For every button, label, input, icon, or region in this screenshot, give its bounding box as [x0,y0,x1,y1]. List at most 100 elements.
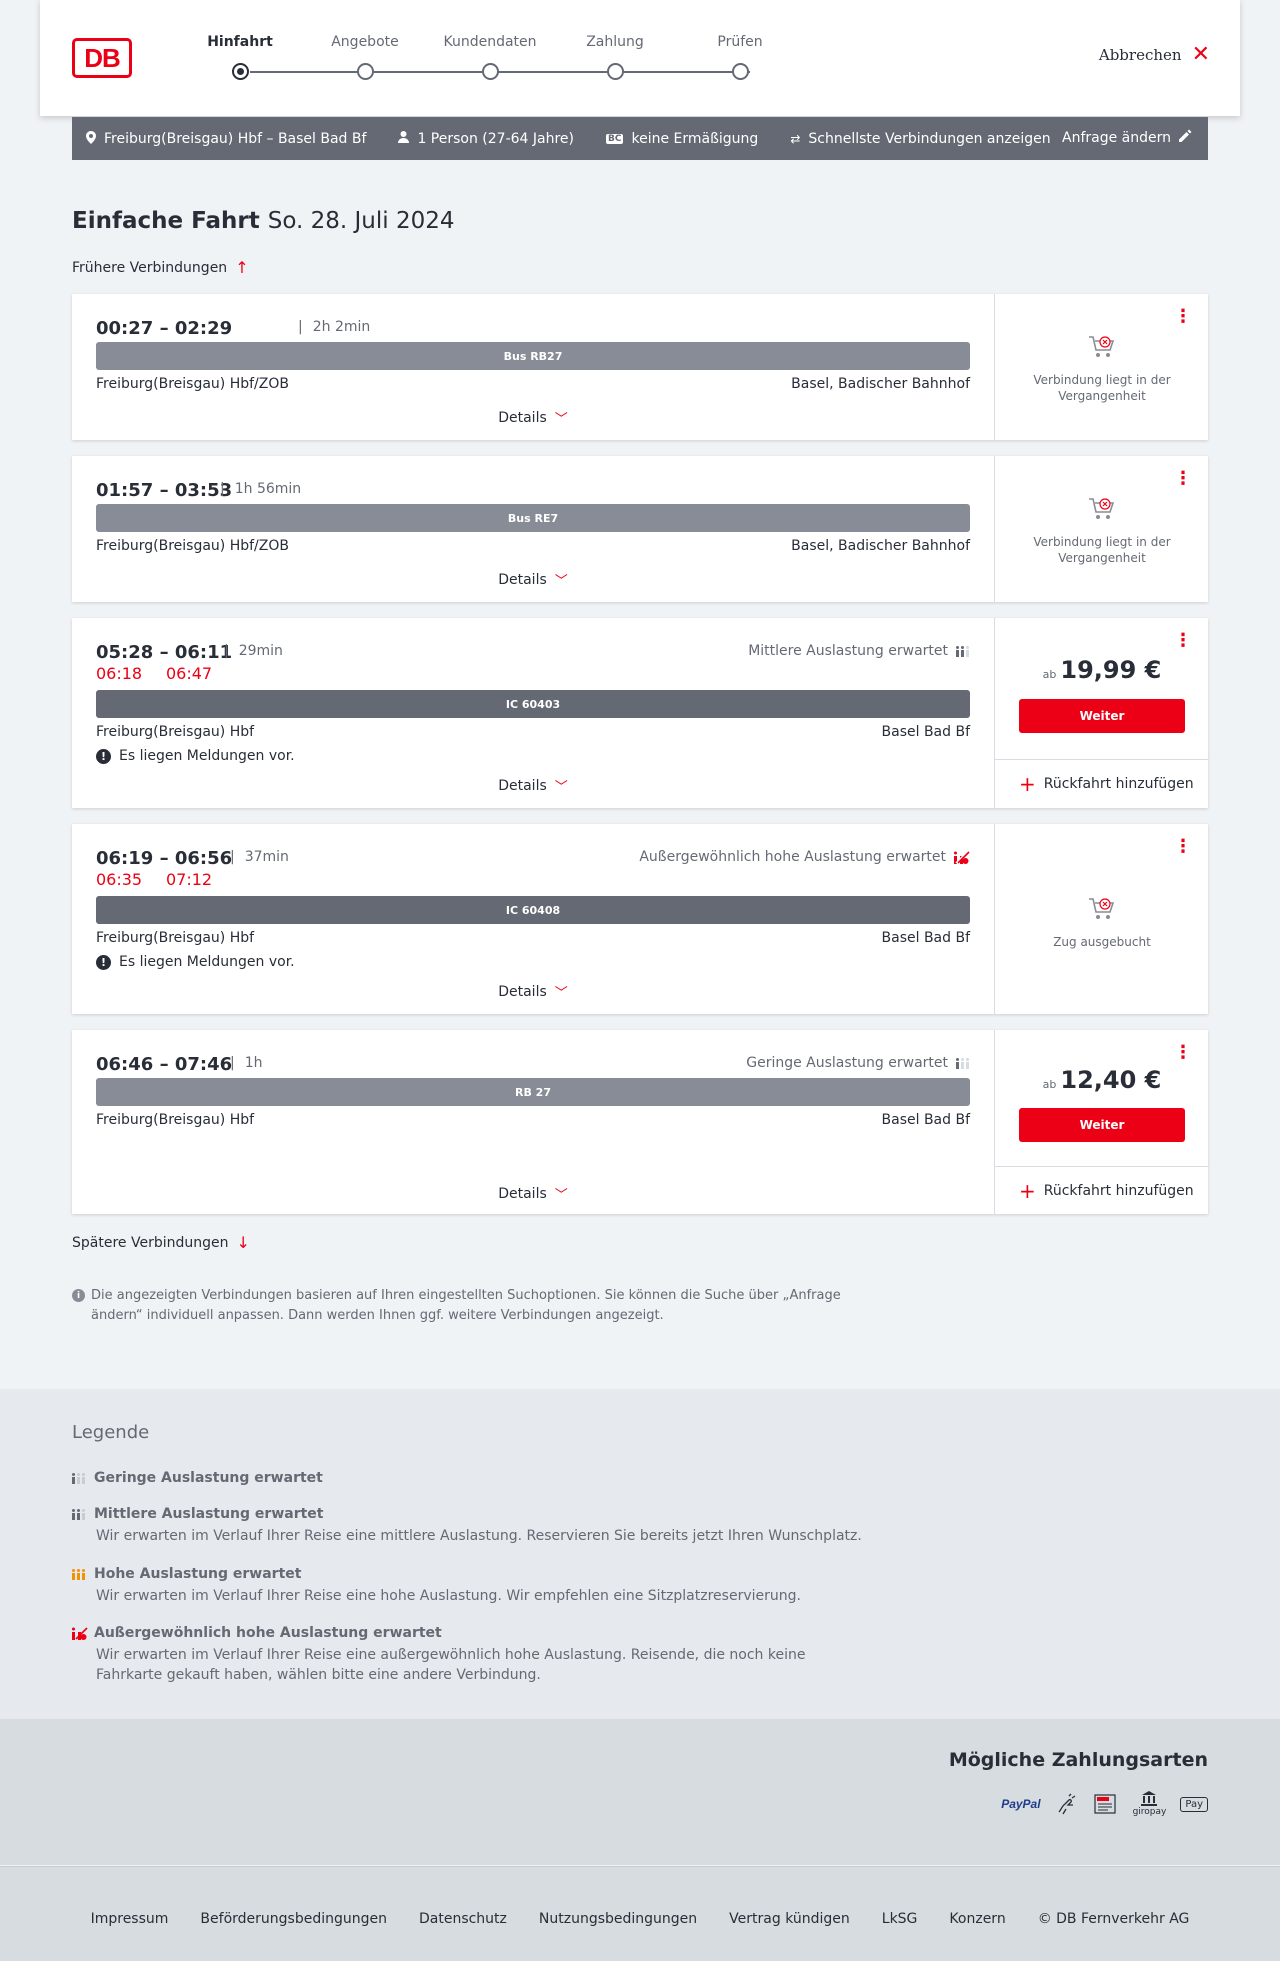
alert-icon: ! [96,748,111,764]
occupancy-indicator: Mittlere Auslastung erwartet [748,643,970,659]
to-station: Basel Bad Bf [881,1112,970,1128]
giropay-icon: giropay [1133,1791,1166,1817]
arrow-up-icon: ↑ [235,258,249,277]
earlier-label: Frühere Verbindungen [72,259,228,276]
notice-message[interactable]: ! Es liegen Meldungen vor. [96,748,295,764]
search-route: Freiburg(Breisgau) Hbf – Basel Bad Bf [86,130,367,147]
footer-link-konzern[interactable]: Konzern [949,1911,1005,1927]
booking-panel: ⋮ ab 19,99 € Weiter + Rückfahrt hinzufüge… [994,618,1209,808]
payment-methods-section: Mögliche Zahlungsarten PayPal giropay Pa… [0,1719,1280,1865]
header: DB Hinfahrt Angebote Kundendaten Zahlung… [40,0,1240,116]
add-return-trip-button[interactable]: + Rückfahrt hinzufügen [995,1166,1209,1214]
earlier-connections-link[interactable]: Frühere Verbindungen ↑ [72,258,249,277]
pencil-icon [1179,129,1192,146]
legend-title: Legende [72,1422,150,1443]
step-pruefen[interactable]: Prüfen [670,34,810,80]
trip-type: Einfache Fahrt [72,208,260,234]
continue-button[interactable]: Weiter [1019,699,1185,733]
later-connections-link[interactable]: Spätere Verbindungen ↓ [72,1233,250,1252]
cart-unavailable-icon [1089,898,1115,919]
cart-unavailable-icon [1089,336,1115,357]
price: ab 12,40 € [995,1066,1209,1094]
realtime-departure: 06:35 [96,870,143,889]
footer-link-datenschutz[interactable]: Datenschutz [419,1911,507,1927]
change-request-button[interactable]: Anfrage ändern [1062,129,1192,146]
continue-button[interactable]: Weiter [1019,1108,1185,1142]
step-dot-active [232,63,249,80]
footer-link-lksg[interactable]: LkSG [882,1911,918,1927]
occupancy-low-icon [956,1058,969,1069]
train-bar: IC 60403 [96,690,970,718]
sepa-icon [1093,1792,1119,1816]
connection-duration: | 2h 2min [298,319,371,335]
more-options-icon[interactable]: ⋮ [1174,308,1192,326]
occupancy-text: Außergewöhnlich hohe Auslastung erwartet [639,849,946,865]
step-label: Prüfen [717,34,763,50]
footer-link-vertrag-kuendigen[interactable]: Vertrag kündigen [729,1911,850,1927]
notice-text: Es liegen Meldungen vor. [119,748,295,764]
realtime-arrival: 07:12 [166,870,213,889]
page: DB Hinfahrt Angebote Kundendaten Zahlung… [0,0,1280,1961]
from-station: Freiburg(Breisgau) Hbf/ZOB [96,376,289,392]
discount-text: keine Ermäßigung [631,130,759,147]
apple-pay-icon: Pay [1180,1796,1208,1812]
stations: Freiburg(Breisgau) Hbf/ZOB Basel, Badisc… [96,376,970,392]
footer-link-befoerderungsbedingungen[interactable]: Beförderungsbedingungen [200,1911,387,1927]
legend-item-title: Mittlere Auslastung erwartet [94,1506,324,1522]
route-text: Freiburg(Breisgau) Hbf – Basel Bad Bf [104,130,367,147]
from-station: Freiburg(Breisgau) Hbf [96,930,255,946]
step-label: Kundendaten [443,34,537,50]
option-text: Schnellste Verbindungen anzeigen [808,130,1051,147]
step-hinfahrt[interactable]: Hinfahrt [170,34,310,80]
connection-info: 00:27 – 02:29 | 2h 2min Bus RB27 Freiburg… [72,294,994,440]
step-zahlung[interactable]: Zahlung [545,34,685,80]
legend-item-title: Geringe Auslastung erwartet [94,1470,323,1486]
occupancy-text: Geringe Auslastung erwartet [746,1055,948,1071]
details-toggle[interactable]: Details ﹀ [72,776,994,796]
legend-item: Hohe Auslastung erwartet Wir erwarten im… [72,1566,872,1606]
realtime-times: 06:35 07:12 [96,870,236,889]
realtime-arrival: 06:47 [166,664,213,683]
details-toggle[interactable]: Details ﹀ [72,982,994,1002]
more-options-icon[interactable]: ⋮ [1174,1044,1192,1062]
cancel-label: Abbrechen [1098,46,1182,64]
search-option: ⇄ Schnellste Verbindungen anzeigen [790,131,1050,147]
step-kundendaten[interactable]: Kundendaten [420,34,560,80]
legend-item: Geringe Auslastung erwartet [72,1470,872,1486]
legend-item-desc: Wir erwarten im Verlauf Ihrer Reise eine… [96,1528,862,1544]
connection-info: 06:19 – 06:56 | 37min Außergewöhnlich hoh… [72,824,994,1014]
more-options-icon[interactable]: ⋮ [1174,470,1192,488]
footer-link-impressum[interactable]: Impressum [91,1911,169,1927]
stepper-line [250,71,750,73]
cancel-button[interactable]: Abbrechen ✕ [1098,44,1210,66]
price-value: 19,99 € [1060,656,1162,684]
step-label: Zahlung [586,34,644,50]
bahncard-icon: BC [606,133,624,144]
occupancy-indicator: Außergewöhnlich hohe Auslastung erwartet [639,849,970,865]
search-info-note: i Die angezeigten Verbindungen basieren … [72,1286,872,1326]
plus-icon: + [1019,1178,1036,1203]
notice-text: Es liegen Meldungen vor. [119,954,295,970]
occupancy-indicator: Geringe Auslastung erwartet [746,1055,970,1071]
step-angebote[interactable]: Angebote [295,34,435,80]
notice-message[interactable]: ! Es liegen Meldungen vor. [96,954,295,970]
train-bar: IC 60408 [96,896,970,924]
details-toggle[interactable]: Details ﹀ [72,1184,994,1204]
more-options-icon[interactable]: ⋮ [1174,838,1192,856]
to-station: Basel Bad Bf [881,724,970,740]
progress-stepper: Hinfahrt Angebote Kundendaten Zahlung Pr… [170,34,770,84]
footer-link-nutzungsbedingungen[interactable]: Nutzungsbedingungen [539,1911,697,1927]
swap-arrows-icon: ⇄ [790,131,801,146]
more-options-icon[interactable]: ⋮ [1174,632,1192,650]
person-icon [398,131,410,146]
db-logo[interactable]: DB [72,38,132,78]
details-toggle[interactable]: Details ﹀ [72,408,994,428]
connection-duration: | 1h [230,1055,263,1071]
info-text: Die angezeigten Verbindungen basieren au… [91,1288,841,1323]
realtime-departure: 06:18 [96,664,143,683]
search-discount: BC keine Ermäßigung [606,131,758,147]
details-toggle[interactable]: Details ﹀ [72,570,994,590]
info-icon: i [72,1289,85,1302]
search-persons: 1 Person (27-64 Jahre) [398,131,574,147]
add-return-trip-button[interactable]: + Rückfahrt hinzufügen [995,759,1209,807]
